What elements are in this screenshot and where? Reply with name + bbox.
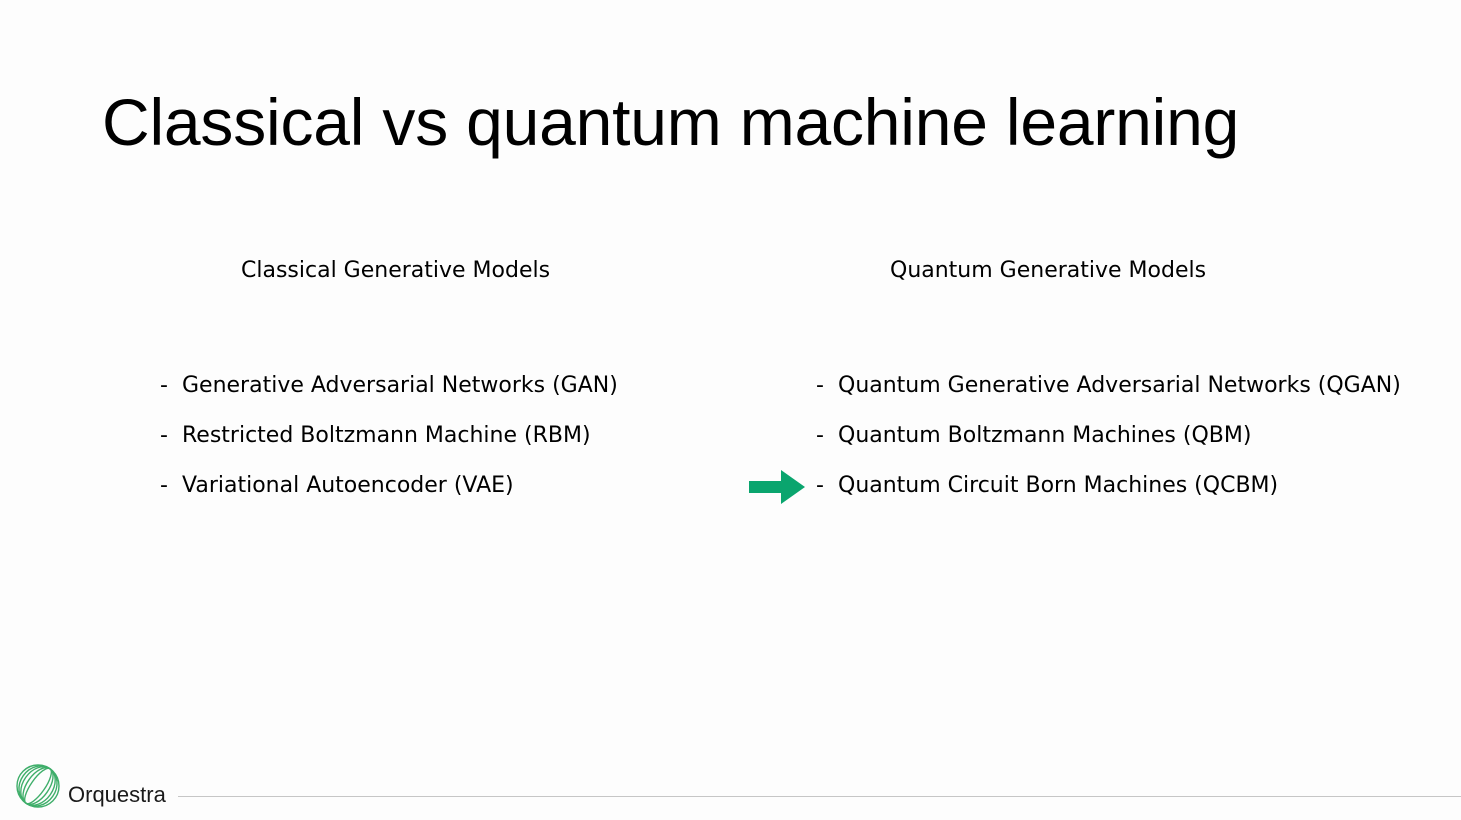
- orquestra-logo-icon: [16, 764, 60, 808]
- bullet-dash: -: [160, 373, 168, 398]
- arrow-right-icon: [749, 470, 805, 504]
- list-item: - Generative Adversarial Networks (GAN): [160, 370, 618, 420]
- bullet-dash: -: [816, 373, 824, 398]
- arrow-shape: [749, 470, 805, 504]
- list-item: - Quantum Circuit Born Machines (QCBM): [816, 470, 1401, 520]
- list-item-label: Quantum Boltzmann Machines (QBM): [838, 423, 1252, 448]
- list-item: - Quantum Boltzmann Machines (QBM): [816, 420, 1401, 470]
- list-item-label: Generative Adversarial Networks (GAN): [182, 373, 618, 398]
- slide-title: Classical vs quantum machine learning: [102, 85, 1240, 159]
- bullet-dash: -: [816, 473, 824, 498]
- list-item-label: Quantum Circuit Born Machines (QCBM): [838, 473, 1279, 498]
- classical-models-heading: Classical Generative Models: [241, 258, 551, 283]
- bullet-dash: -: [160, 473, 168, 498]
- footer-brand-name: Orquestra: [68, 782, 166, 807]
- quantum-models-list: - Quantum Generative Adversarial Networks…: [816, 370, 1401, 520]
- list-item-label: Restricted Boltzmann Machine (RBM): [182, 423, 591, 448]
- footer-divider: [178, 796, 1461, 797]
- bullet-dash: -: [160, 423, 168, 448]
- classical-models-list: - Generative Adversarial Networks (GAN) -…: [160, 370, 618, 520]
- list-item-label: Quantum Generative Adversarial Networks …: [838, 373, 1401, 398]
- quantum-models-heading: Quantum Generative Models: [890, 258, 1207, 283]
- list-item: - Restricted Boltzmann Machine (RBM): [160, 420, 618, 470]
- list-item-label: Variational Autoencoder (VAE): [182, 473, 514, 498]
- list-item: - Quantum Generative Adversarial Networks…: [816, 370, 1401, 420]
- list-item: - Variational Autoencoder (VAE): [160, 470, 618, 520]
- bullet-dash: -: [816, 423, 824, 448]
